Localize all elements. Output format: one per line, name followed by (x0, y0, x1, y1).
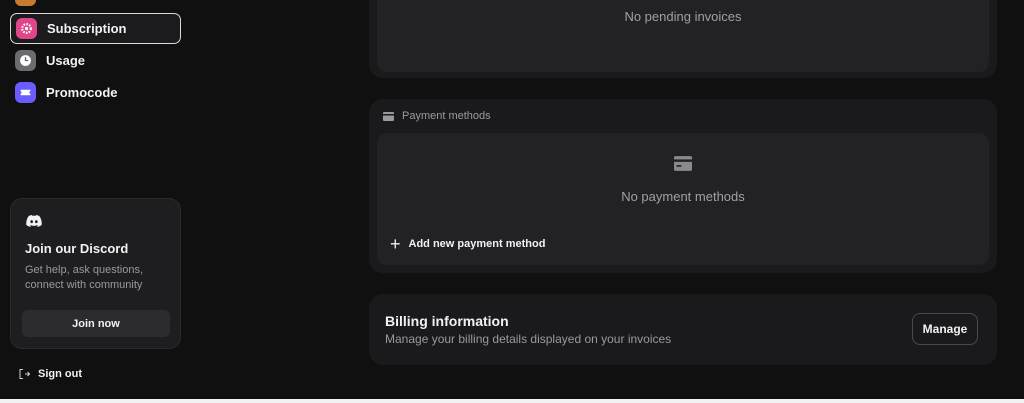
discord-description: Get help, ask questions, connect with co… (25, 264, 144, 291)
sign-out-icon (19, 369, 30, 379)
invoices-list: No pending invoices (377, 0, 989, 72)
discord-card: Join our Discord Get help, ask questions… (10, 198, 181, 349)
manage-billing-button[interactable]: Manage (912, 313, 978, 345)
billing-info-panel: Billing information Manage your billing … (369, 294, 997, 365)
discord-title: Join our Discord (25, 241, 129, 256)
sidebar-item-usage[interactable]: Usage (10, 45, 181, 76)
no-payment-methods-text: No payment methods (621, 189, 745, 204)
payment-methods-title: Payment methods (402, 110, 491, 122)
plus-icon: + (390, 234, 401, 254)
bottom-border (0, 399, 1024, 403)
join-discord-button[interactable]: Join now (22, 310, 170, 337)
billing-description: Manage your billing details displayed on… (385, 332, 672, 346)
add-payment-method-label: Add new payment method (408, 238, 546, 250)
invoices-panel: No pending invoices (369, 0, 997, 78)
ticket-icon (15, 82, 36, 103)
billing-title: Billing information (385, 313, 509, 329)
no-invoices-text: No pending invoices (624, 9, 742, 24)
sidebar-item-label: Promocode (46, 85, 118, 100)
payment-methods-panel: Payment methods No payment methods + Add… (369, 99, 997, 273)
sign-out-button[interactable]: Sign out (18, 368, 82, 380)
payment-methods-header: Payment methods (383, 110, 491, 122)
sidebar-item-subscription[interactable]: Subscription (10, 13, 181, 44)
payment-methods-list: No payment methods + Add new payment met… (377, 133, 989, 265)
sidebar-item-promocode[interactable]: Promocode (10, 77, 181, 108)
credit-card-icon (674, 156, 692, 171)
card-icon (383, 111, 394, 121)
sidebar-item-label: Usage (46, 53, 86, 68)
add-payment-method-button[interactable]: + Add new payment method (390, 234, 546, 254)
clock-icon (15, 50, 36, 71)
gear-icon (16, 18, 37, 39)
sign-out-label: Sign out (38, 368, 82, 380)
sidebar-item-label: Subscription (47, 21, 127, 36)
nav-item-partial-icon (15, 0, 36, 6)
discord-icon (26, 214, 42, 232)
